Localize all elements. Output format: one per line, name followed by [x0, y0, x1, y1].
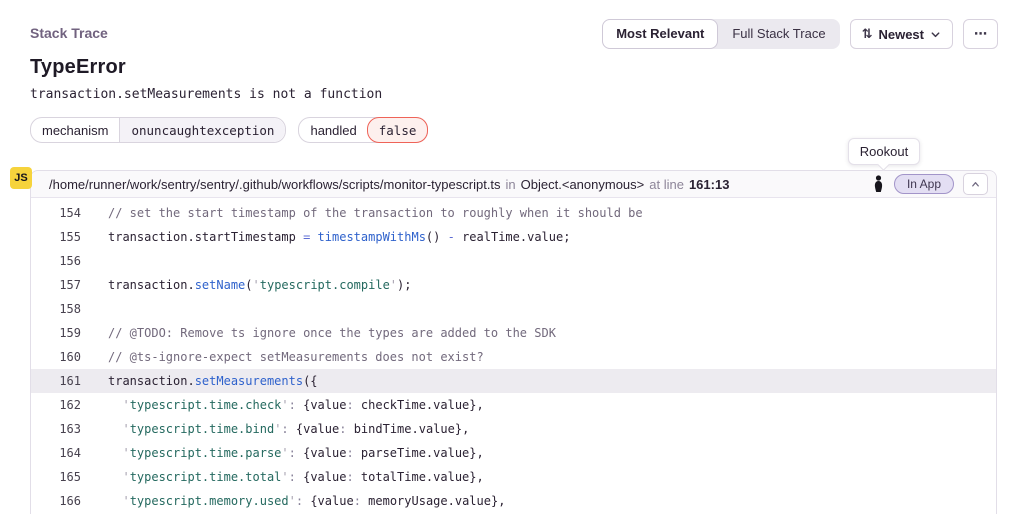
line-code-text: 'typescript.time.parse': {value: parseTi…: [81, 441, 484, 465]
code-line: 159 // @TODO: Remove ts ignore once the …: [31, 321, 996, 345]
rookout-tooltip: Rookout: [848, 138, 920, 165]
file-path: /home/runner/work/sentry/sentry/.github/…: [49, 177, 501, 192]
code-line: 163 'typescript.time.bind': {value: bind…: [31, 417, 996, 441]
line-number: 155: [31, 225, 81, 249]
overflow-dots-icon: ⋯: [974, 28, 987, 41]
code-line: 161 transaction.setMeasurements({: [31, 369, 996, 393]
rookout-button[interactable]: [872, 175, 885, 193]
javascript-platform-icon: JS: [10, 167, 32, 189]
line-code-text: // @ts-ignore-expect setMeasurements doe…: [81, 345, 484, 369]
line-code-text: 'typescript.memory.used': {value: memory…: [81, 489, 505, 513]
code-line: 160 // @ts-ignore-expect setMeasurements…: [31, 345, 996, 369]
line-code-text: transaction.setName('typescript.compile'…: [81, 273, 411, 297]
code-line: 165 'typescript.time.total': {value: tot…: [31, 465, 996, 489]
function-name: Object.<anonymous>: [521, 177, 645, 192]
sort-arrows-icon: ⇅: [862, 28, 873, 41]
code-line: 164 'typescript.time.parse': {value: par…: [31, 441, 996, 465]
rookout-icon: [872, 175, 885, 193]
line-code-text: 'typescript.time.bind': {value: bindTime…: [81, 417, 469, 441]
tag-value: onuncaughtexception: [119, 118, 285, 142]
line-code-text: 'typescript.time.check': {value: checkTi…: [81, 393, 484, 417]
section-title: Stack Trace: [30, 25, 108, 41]
sort-label: Newest: [878, 27, 924, 42]
line-number: 160: [31, 345, 81, 369]
line-code-text: 'typescript.time.total': {value: totalTi…: [81, 465, 484, 489]
tooltip-arrow: [877, 158, 890, 171]
tag-key: handled: [299, 118, 367, 142]
sort-newest-button[interactable]: ⇅ Newest: [850, 19, 953, 49]
line-number: 156: [31, 249, 81, 273]
frame-header-actions: In App: [872, 173, 988, 195]
line-number: 163: [31, 417, 81, 441]
line-number: 162: [31, 393, 81, 417]
in-app-badge: In App: [894, 174, 954, 194]
chevron-up-icon: [970, 179, 981, 190]
stack-trace-view-toggle: Most Relevant Full Stack Trace: [602, 19, 839, 49]
line-number: 165: [31, 465, 81, 489]
line-number: 159: [31, 321, 81, 345]
tag-key: mechanism: [31, 118, 119, 142]
collapse-frame-button[interactable]: [963, 173, 988, 195]
stack-frame: JS /home/runner/work/sentry/sentry/.gith…: [30, 170, 997, 514]
segment-full-stack-trace[interactable]: Full Stack Trace: [718, 19, 839, 49]
tag[interactable]: handled false: [298, 117, 428, 143]
tooltip-label: Rookout: [860, 144, 908, 159]
code-block: 154 // set the start timestamp of the tr…: [31, 198, 996, 513]
line-number: 157: [31, 273, 81, 297]
error-type-title: TypeError: [30, 56, 126, 79]
code-line: 154 // set the start timestamp of the tr…: [31, 201, 996, 225]
code-line: 157 transaction.setName('typescript.comp…: [31, 273, 996, 297]
line-code-text: // @TODO: Remove ts ignore once the type…: [81, 321, 556, 345]
segment-most-relevant[interactable]: Most Relevant: [602, 19, 718, 49]
tags-row: mechanism onuncaughtexception handled fa…: [30, 117, 428, 143]
frame-header[interactable]: /home/runner/work/sentry/sentry/.github/…: [31, 171, 996, 198]
line-code-text: [81, 297, 108, 321]
line-number: 158: [31, 297, 81, 321]
overflow-menu-button[interactable]: ⋯: [963, 19, 998, 49]
line-code-text: transaction.startTimestamp = timestampWi…: [81, 225, 570, 249]
tag-value: false: [367, 117, 429, 143]
line-number: 154: [31, 201, 81, 225]
in-label: in: [506, 177, 516, 192]
line-code-text: // set the start timestamp of the transa…: [81, 201, 643, 225]
line-column: 161:13: [689, 177, 729, 192]
line-number: 164: [31, 441, 81, 465]
chevron-down-icon: [930, 29, 941, 40]
tag[interactable]: mechanism onuncaughtexception: [30, 117, 286, 143]
code-line: 155 transaction.startTimestamp = timesta…: [31, 225, 996, 249]
error-message: transaction.setMeasurements is not a fun…: [30, 87, 382, 102]
at-line-label: at line: [649, 177, 684, 192]
code-line: 166 'typescript.memory.used': {value: me…: [31, 489, 996, 513]
code-line: 158: [31, 297, 996, 321]
line-number: 161: [31, 369, 81, 393]
stack-trace-controls: Most Relevant Full Stack Trace ⇅ Newest …: [602, 19, 998, 49]
line-number: 166: [31, 489, 81, 513]
line-code-text: transaction.setMeasurements({: [81, 369, 318, 393]
line-code-text: [81, 249, 108, 273]
code-line: 162 'typescript.time.check': {value: che…: [31, 393, 996, 417]
code-line: 156: [31, 249, 996, 273]
